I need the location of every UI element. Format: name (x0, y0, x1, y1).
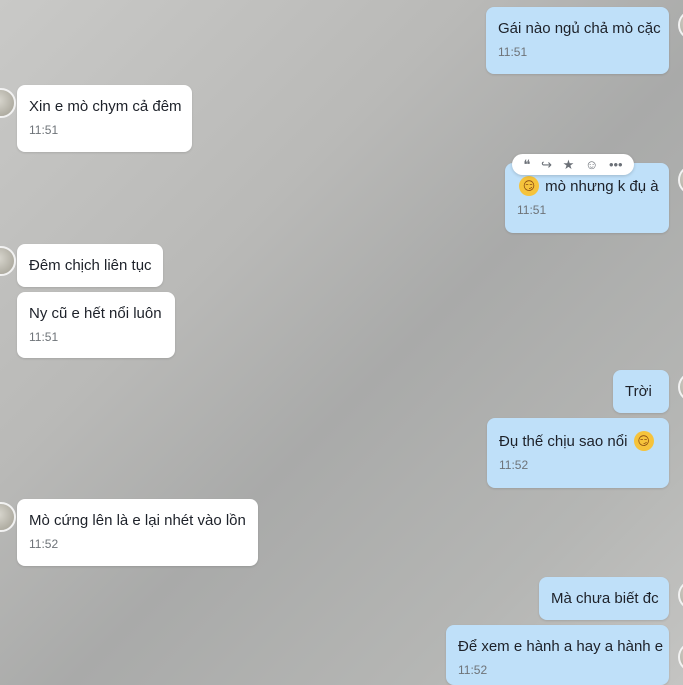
message-text: Mò cứng lên là e lại nhét vào lồn (29, 512, 246, 529)
message-bubble-outgoing[interactable]: Mà chưa biết đc (539, 577, 669, 620)
avatar[interactable] (678, 165, 683, 195)
quote-icon[interactable]: ❝ (523, 154, 530, 175)
message-bubble-outgoing[interactable]: Trời (613, 370, 669, 413)
message-bubble-outgoing[interactable]: Để xem e hành a hay a hành e 11:52 (446, 625, 669, 685)
message-time: 11:52 (458, 663, 488, 677)
smirk-face-icon: 😏 (633, 430, 654, 451)
message-text: Đụ thế chịu sao nổi (499, 433, 628, 450)
message-action-toolbar: ❝ ↪ ★ ☺ ••• (512, 154, 634, 175)
star-icon[interactable]: ★ (563, 154, 575, 175)
message-time: 11:52 (499, 458, 529, 472)
message-time: 11:51 (517, 203, 547, 217)
message-time: 11:52 (29, 537, 59, 551)
message-text: Gái nào ngủ chả mò cặc (498, 20, 661, 37)
message-bubble-incoming[interactable]: Đêm chịch liên tục (17, 244, 163, 287)
avatar[interactable] (678, 642, 683, 672)
avatar[interactable] (678, 580, 683, 610)
message-text: Ny cũ e hết nổi luôn (29, 305, 162, 322)
smiley-icon[interactable]: ☺ (585, 154, 598, 175)
avatar[interactable] (0, 502, 16, 532)
message-time: 11:51 (498, 45, 528, 59)
message-text: Để xem e hành a hay a hành e (458, 638, 664, 655)
forward-icon[interactable]: ↪ (541, 154, 552, 175)
avatar[interactable] (0, 246, 16, 276)
message-time: 11:51 (29, 123, 59, 137)
message-bubble-incoming[interactable]: Mò cứng lên là e lại nhét vào lồn 11:52 (17, 499, 258, 566)
avatar[interactable] (678, 10, 683, 40)
message-text: Mà chưa biết đc (551, 590, 659, 607)
message-bubble-incoming[interactable]: Xin e mò chym cả đêm 11:51 (17, 85, 192, 152)
message-bubble-outgoing[interactable]: Gái nào ngủ chả mò cặc 11:51 (486, 7, 669, 74)
message-text: Đêm chịch liên tục (29, 257, 152, 274)
message-bubble-incoming[interactable]: Ny cũ e hết nổi luôn 11:51 (17, 292, 175, 358)
message-text: Xin e mò chym cả đêm (29, 98, 182, 115)
message-time: 11:51 (29, 330, 59, 344)
message-text: mò nhưng k đụ à (545, 178, 659, 195)
more-icon[interactable]: ••• (609, 154, 623, 175)
avatar[interactable] (0, 88, 16, 118)
message-bubble-outgoing[interactable]: Đụ thế chịu sao nổi 😏 11:52 (487, 418, 669, 488)
message-text: Trời (625, 383, 652, 400)
smirk-face-icon: 😏 (519, 175, 539, 196)
avatar[interactable] (678, 372, 683, 402)
